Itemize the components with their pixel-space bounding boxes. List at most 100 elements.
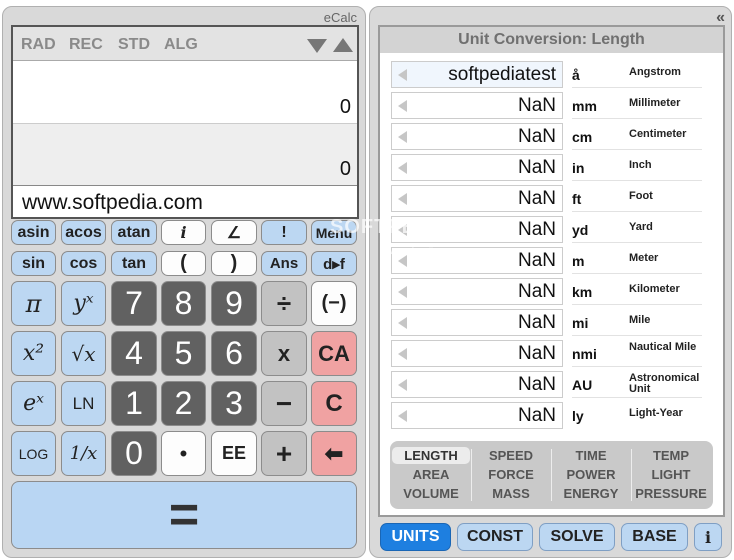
digit-3-button[interactable]: 3 [211, 381, 257, 426]
category-speed[interactable]: SPEED [472, 448, 550, 463]
subtract-button[interactable]: − [261, 381, 307, 426]
factorial-button[interactable]: ! [261, 220, 307, 245]
tab-units[interactable]: UNITS [380, 523, 451, 551]
mode-bar: RAD REC STD ALG [13, 27, 357, 61]
category-length[interactable]: LENGTH [392, 447, 470, 464]
add-button[interactable]: + [261, 431, 307, 476]
right-paren-button[interactable]: ) [211, 251, 257, 276]
category-time[interactable]: TIME [552, 448, 630, 463]
left-paren-button[interactable]: ( [161, 251, 206, 276]
exp-button[interactable]: eˣ [11, 381, 56, 426]
ee-button[interactable]: EE [211, 431, 257, 476]
sin-button[interactable]: sin [11, 251, 56, 276]
decimal-to-fraction-button[interactable]: d▸f [311, 251, 357, 276]
unit-abbr: mm [572, 98, 597, 114]
digit-7-button[interactable]: 7 [111, 281, 157, 326]
sqrt-button[interactable]: √x [61, 331, 106, 376]
unit-value-field[interactable]: NaN [391, 402, 563, 429]
category-light[interactable]: LIGHT [632, 467, 710, 482]
unit-name: Meter [629, 252, 659, 264]
mode-alg[interactable]: ALG [164, 36, 198, 54]
asin-button[interactable]: asin [11, 220, 56, 245]
tab-const[interactable]: CONST [457, 523, 533, 551]
scroll-down-icon[interactable] [307, 39, 327, 53]
category-volume[interactable]: VOLUME [392, 486, 470, 501]
left-arrow-icon [398, 379, 407, 391]
square-button[interactable]: x² [11, 331, 56, 376]
unit-name: Millimeter [629, 97, 681, 109]
tab-solve[interactable]: SOLVE [539, 523, 615, 551]
digit-0-button[interactable]: 0 [111, 431, 157, 476]
brand-label: eCalc [323, 10, 357, 25]
unit-value-field[interactable]: NaN [391, 309, 563, 336]
row-divider [572, 242, 702, 243]
ln-button[interactable]: LN [61, 381, 106, 426]
backspace-button[interactable]: ⬅ [311, 431, 357, 476]
row-divider [572, 335, 702, 336]
info-button[interactable]: i [694, 523, 722, 551]
digit-4-button[interactable]: 4 [111, 331, 157, 376]
category-power[interactable]: POWER [552, 467, 630, 482]
angle-button[interactable]: ∠ [211, 220, 257, 245]
imaginary-button[interactable]: i [161, 220, 206, 245]
digit-5-button[interactable]: 5 [161, 331, 206, 376]
unit-value-field[interactable]: NaN [391, 371, 563, 398]
digit-2-button[interactable]: 2 [161, 381, 206, 426]
tab-base[interactable]: BASE [621, 523, 688, 551]
divide-button[interactable]: ÷ [261, 281, 307, 326]
clear-button[interactable]: C [311, 381, 357, 426]
unit-value-field[interactable]: NaN [391, 185, 563, 212]
category-area[interactable]: AREA [392, 467, 470, 482]
category-force[interactable]: FORCE [472, 467, 550, 482]
row-divider [572, 149, 702, 150]
mode-rad[interactable]: RAD [21, 36, 56, 54]
mode-std[interactable]: STD [118, 36, 150, 54]
power-button[interactable]: yˣ [61, 281, 106, 326]
row-divider [572, 211, 702, 212]
acos-button[interactable]: acos [61, 220, 106, 245]
category-temp[interactable]: TEMP [632, 448, 710, 463]
reciprocal-button[interactable]: 1/x [61, 431, 106, 476]
unit-value-field[interactable]: NaN [391, 154, 563, 181]
cos-button[interactable]: cos [61, 251, 106, 276]
unit-value-field[interactable]: softpediatest [391, 61, 563, 88]
unit-value-field[interactable]: NaN [391, 92, 563, 119]
category-mass[interactable]: MASS [472, 486, 550, 501]
digit-9-button[interactable]: 9 [211, 281, 257, 326]
unit-name: Foot [629, 190, 653, 202]
mode-rec[interactable]: REC [69, 36, 103, 54]
equals-button[interactable]: = [11, 481, 357, 549]
pi-button[interactable]: π [11, 281, 56, 326]
unit-abbr: mi [572, 315, 589, 331]
tan-button[interactable]: tan [111, 251, 157, 276]
category-pressure[interactable]: PRESSURE [632, 486, 710, 501]
unit-value-field[interactable]: NaN [391, 123, 563, 150]
ans-button[interactable]: Ans [261, 251, 307, 276]
converter-panel: « Unit Conversion: Length softpediatest … [369, 6, 732, 558]
log-button[interactable]: LOG [11, 431, 56, 476]
unit-value-field[interactable]: NaN [391, 340, 563, 367]
clear-all-button[interactable]: CA [311, 331, 357, 376]
scroll-up-icon[interactable] [333, 38, 353, 52]
category-energy[interactable]: ENERGY [552, 486, 630, 501]
display-line-1: 0 [13, 61, 357, 123]
left-arrow-icon [398, 162, 407, 174]
unit-abbr: yd [572, 222, 589, 238]
decimal-point-button[interactable]: • [161, 431, 206, 476]
negate-button[interactable]: (−) [311, 281, 357, 326]
digit-6-button[interactable]: 6 [211, 331, 257, 376]
left-arrow-icon [398, 348, 407, 360]
unit-name: Light-Year [629, 407, 683, 419]
unit-value-field[interactable]: NaN [391, 278, 563, 305]
atan-button[interactable]: atan [111, 220, 157, 245]
unit-name: Kilometer [629, 283, 680, 295]
multiply-button[interactable]: x [261, 331, 307, 376]
digit-8-button[interactable]: 8 [161, 281, 206, 326]
unit-abbr: in [572, 160, 585, 176]
row-divider [572, 118, 702, 119]
unit-name: Mile [629, 314, 651, 326]
row-divider [572, 304, 702, 305]
digit-1-button[interactable]: 1 [111, 381, 157, 426]
unit-abbr: å [572, 67, 580, 83]
row-divider [572, 180, 702, 181]
